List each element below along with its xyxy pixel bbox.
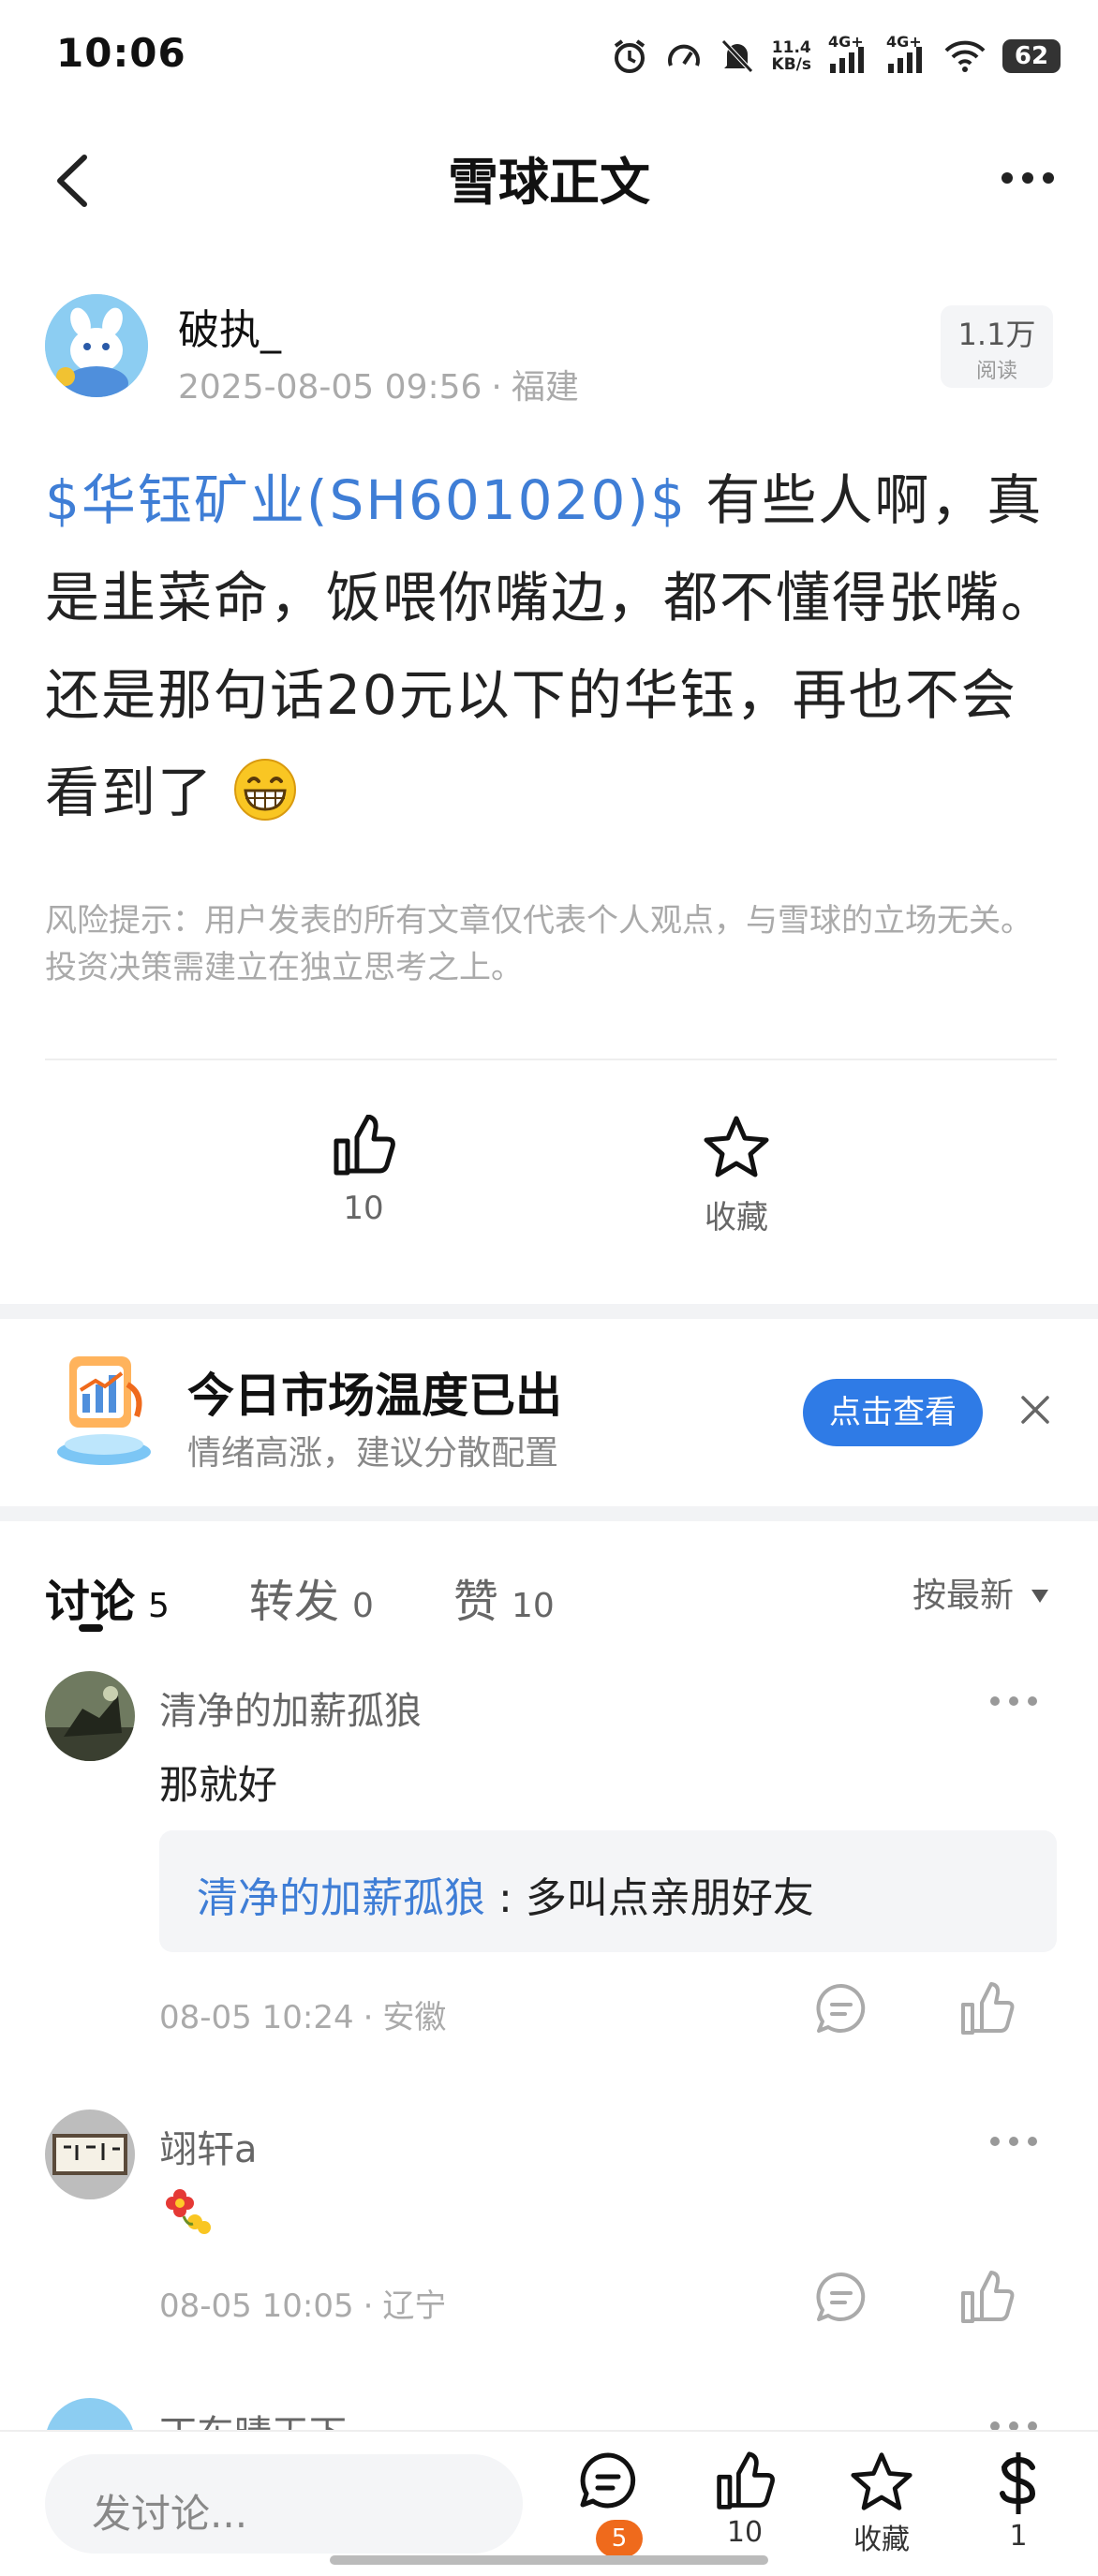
caret-down-icon: [1031, 1590, 1049, 1603]
comment-like-icon[interactable]: [959, 1980, 1016, 2036]
like-button[interactable]: 10: [289, 1114, 438, 1227]
favorite-button[interactable]: 收藏: [661, 1115, 811, 1237]
bottom-comment-button[interactable]: 5: [556, 2450, 660, 2557]
views-label: 阅读: [975, 360, 1017, 383]
favorite-label: 收藏: [705, 1199, 768, 1236]
comment-icon: [580, 2452, 636, 2509]
promo-title: 今日市场温度已出: [187, 1369, 562, 1423]
reply-icon[interactable]: [813, 1980, 869, 2036]
quoted-text: 多叫点亲朋好友: [525, 1874, 814, 1922]
comment-username[interactable]: 清净的加薪孤狼: [159, 1680, 422, 1735]
more-icon[interactable]: [995, 150, 1061, 206]
signal-2: 4G+: [886, 34, 927, 75]
wifi-icon: [944, 40, 986, 72]
comment-username[interactable]: 翊轩a: [159, 2119, 258, 2173]
grin-emoji-icon: [234, 759, 297, 821]
post-meta: 2025-08-05 09:56 · 福建: [178, 368, 579, 407]
flower-emoji-icon: [166, 2189, 211, 2234]
reply-icon[interactable]: [813, 2269, 869, 2325]
alarm-icon: [614, 39, 645, 73]
dollar-icon: [1000, 2452, 1036, 2514]
tab-likes[interactable]: 赞 10: [453, 1564, 555, 1630]
comment-count-badge: 5: [596, 2520, 643, 2557]
close-icon[interactable]: [1019, 1394, 1051, 1426]
views-badge: 1.1万 阅读: [941, 305, 1053, 388]
thumbs-up-icon: [334, 1114, 395, 1176]
reward-count: 1: [1009, 2520, 1028, 2553]
comment-avatar[interactable]: [45, 2110, 135, 2199]
mute-bell-icon: [720, 39, 753, 73]
comment-meta: 08-05 10:05 · 辽宁: [159, 2287, 447, 2325]
home-indicator: [330, 2555, 768, 2565]
speedometer-icon: [667, 44, 700, 67]
input-placeholder: 发讨论...: [92, 2491, 248, 2537]
views-count: 1.1万: [957, 317, 1036, 352]
comment-text: 那就好: [159, 1762, 278, 1808]
quoted-reply[interactable]: 清净的加薪孤狼 : 多叫点亲朋好友: [159, 1830, 1057, 1952]
section-divider: [0, 1506, 1098, 1521]
comment-avatar[interactable]: [45, 1671, 135, 1761]
post-location: 福建: [511, 368, 579, 407]
tab-underline: [79, 1624, 103, 1632]
thumbs-up-icon: [717, 2451, 775, 2509]
battery-indicator: 62: [1002, 39, 1061, 73]
status-bar: 10:06 11.4 KB/s 4G+ 4G+ 62: [0, 0, 1098, 112]
bottom-favorite-label: 收藏: [853, 2524, 910, 2556]
post-datetime: 2025-08-05 09:56: [178, 368, 482, 407]
comment-like-icon[interactable]: [959, 2269, 1016, 2325]
star-icon: [851, 2452, 913, 2510]
bottom-favorite-button[interactable]: 收藏: [830, 2450, 933, 2557]
status-time: 10:06: [56, 30, 186, 76]
author-name[interactable]: 破执_: [178, 296, 281, 356]
status-icons: 11.4 KB/s 4G+ 4G+ 62: [611, 34, 1061, 79]
sort-dropdown[interactable]: 按最新: [913, 1568, 1050, 1617]
discussion-input[interactable]: 发讨论...: [45, 2454, 523, 2554]
divider: [45, 1059, 1057, 1060]
risk-notice: 风险提示：用户发表的所有文章仅代表个人观点，与雪球的立场无关。投资决策需建立在独…: [45, 902, 1032, 986]
promo-subtitle: 情绪高涨，建议分散配置: [187, 1434, 559, 1473]
post-body: $华钰矿业(SH601020)$ 有些人啊，真是韭菜命，饭喂你嘴边，都不懂得张嘴…: [45, 452, 1057, 841]
comment-more-icon[interactable]: [986, 1692, 1042, 1710]
page-title: 雪球正文: [448, 153, 650, 212]
stock-link[interactable]: $华钰矿业(SH601020)$: [45, 468, 687, 532]
bottom-like-button[interactable]: 10: [693, 2450, 796, 2549]
quoted-username[interactable]: 清净的加薪孤狼: [197, 1874, 485, 1922]
promo-view-button[interactable]: 点击查看: [803, 1379, 983, 1446]
bottom-like-count: 10: [726, 2516, 764, 2549]
bottom-reward-button[interactable]: 1: [967, 2450, 1070, 2553]
comment-meta: 08-05 10:24 · 安徽: [159, 1999, 447, 2036]
section-divider: [0, 1304, 1098, 1319]
tab-repost[interactable]: 转发 0: [249, 1564, 374, 1630]
tab-discussion[interactable]: 讨论 5: [45, 1564, 170, 1630]
comment-more-icon[interactable]: [986, 2132, 1042, 2151]
market-temperature-icon: [57, 1356, 151, 1465]
like-count: 10: [343, 1190, 384, 1227]
net-speed: 11.4 KB/s: [771, 38, 811, 74]
author-avatar[interactable]: [45, 294, 148, 397]
signal-1: 4G+: [828, 34, 869, 75]
star-icon: [704, 1116, 769, 1177]
